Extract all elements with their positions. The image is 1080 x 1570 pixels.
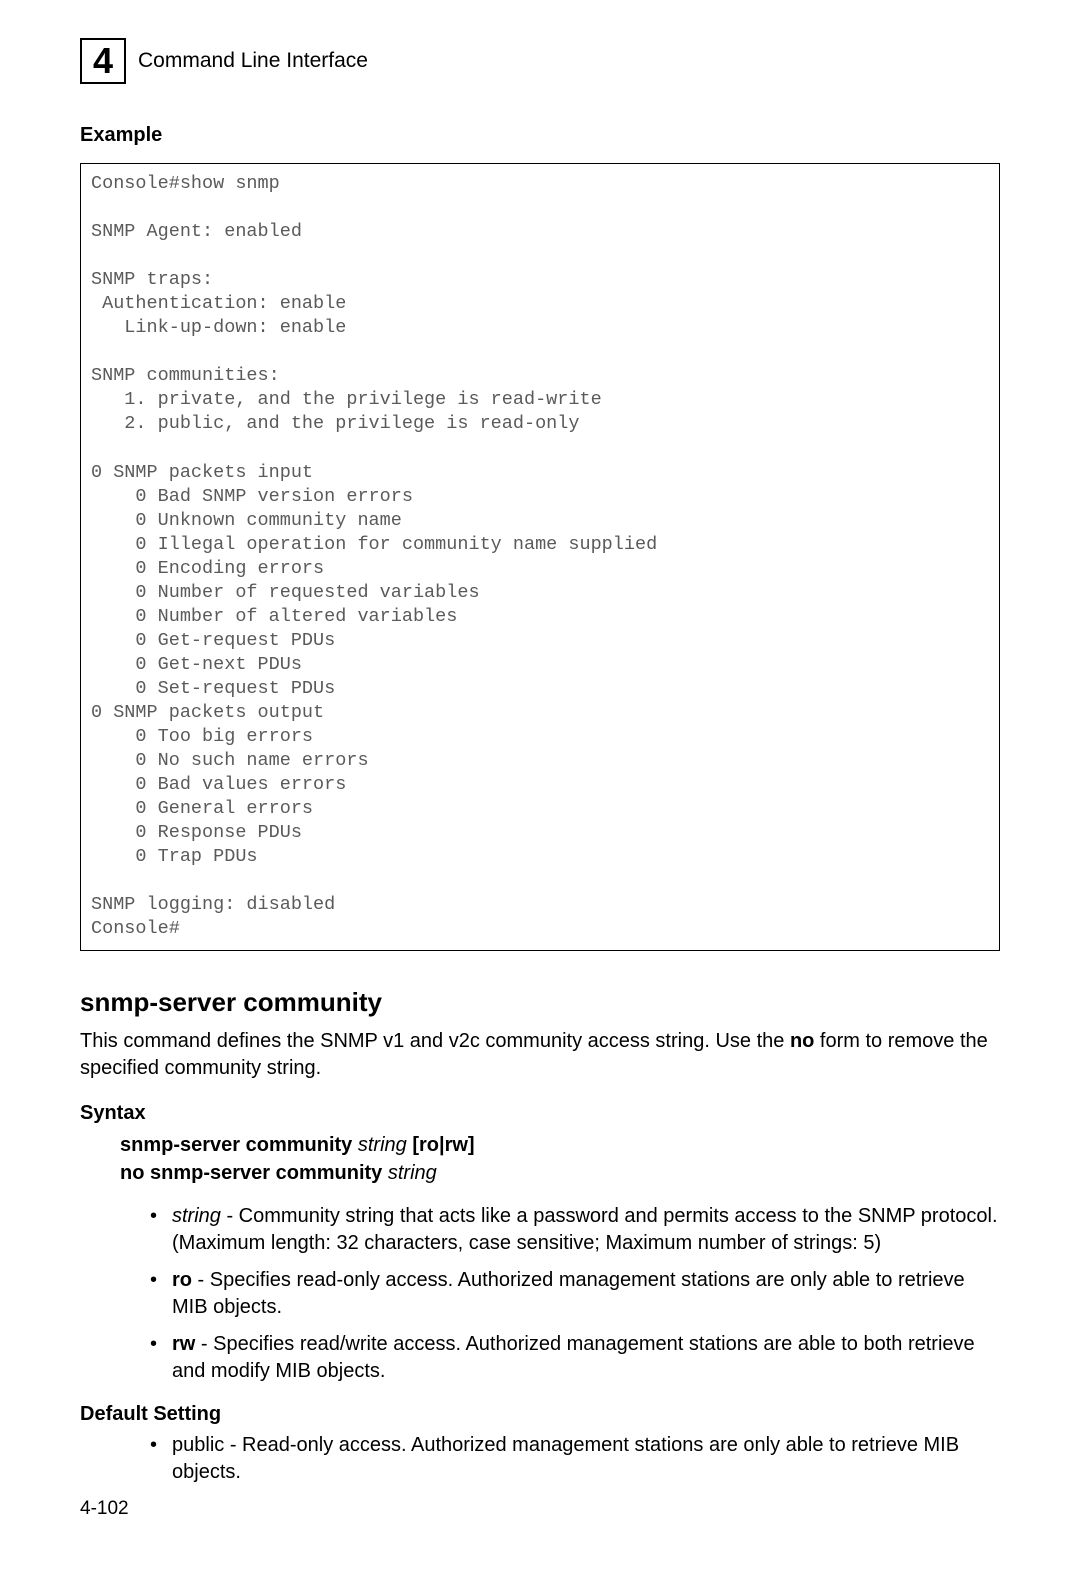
bullet-term-rw: rw [172, 1333, 195, 1355]
syntax-bullet-string: string - Community string that acts like… [150, 1203, 1000, 1257]
header-title: Command Line Interface [138, 49, 368, 73]
syntax-bullet-ro: ro - Specifies read-only access. Authori… [150, 1267, 1000, 1321]
syntax-opts-1: [ro|rw] [412, 1134, 474, 1156]
bullet-text-rw: - Specifies read/write access. Authorize… [172, 1333, 975, 1382]
syntax-cmd-1: snmp-server community [120, 1134, 352, 1156]
command-title: snmp-server community [80, 987, 1000, 1018]
chapter-number: 4 [93, 43, 113, 79]
bullet-text-ro: - Specifies read-only access. Authorized… [172, 1269, 965, 1318]
default-setting-bullets: public - Read-only access. Authorized ma… [150, 1432, 1000, 1486]
bullet-text-string: - Community string that acts like a pass… [172, 1205, 998, 1254]
default-bullet-public: public - Read-only access. Authorized ma… [150, 1432, 1000, 1486]
syntax-cmd-2: no snmp-server community [120, 1162, 382, 1184]
syntax-bullet-rw: rw - Specifies read/write access. Author… [150, 1331, 1000, 1385]
syntax-bullets: string - Community string that acts like… [150, 1203, 1000, 1385]
page-header: 4 Command Line Interface [80, 38, 1000, 84]
syntax-param-2: string [388, 1162, 437, 1184]
syntax-line-1: snmp-server community string [ro|rw] [120, 1131, 1000, 1159]
description-text-pre: This command defines the SNMP v1 and v2c… [80, 1030, 790, 1052]
page-number: 4-102 [80, 1498, 129, 1520]
syntax-param-1: string [358, 1134, 407, 1156]
example-heading: Example [80, 124, 1000, 147]
syntax-line-2: no snmp-server community string [120, 1159, 1000, 1187]
command-description: This command defines the SNMP v1 and v2c… [80, 1028, 1000, 1082]
syntax-heading: Syntax [80, 1102, 1000, 1125]
chapter-icon: 4 [80, 38, 126, 84]
description-bold-no: no [790, 1030, 814, 1052]
bullet-term-ro: ro [172, 1269, 192, 1291]
bullet-term-string: string [172, 1205, 221, 1227]
syntax-block: snmp-server community string [ro|rw] no … [120, 1131, 1000, 1187]
console-output: Console#show snmp SNMP Agent: enabled SN… [80, 163, 1000, 951]
default-setting-heading: Default Setting [80, 1403, 1000, 1426]
